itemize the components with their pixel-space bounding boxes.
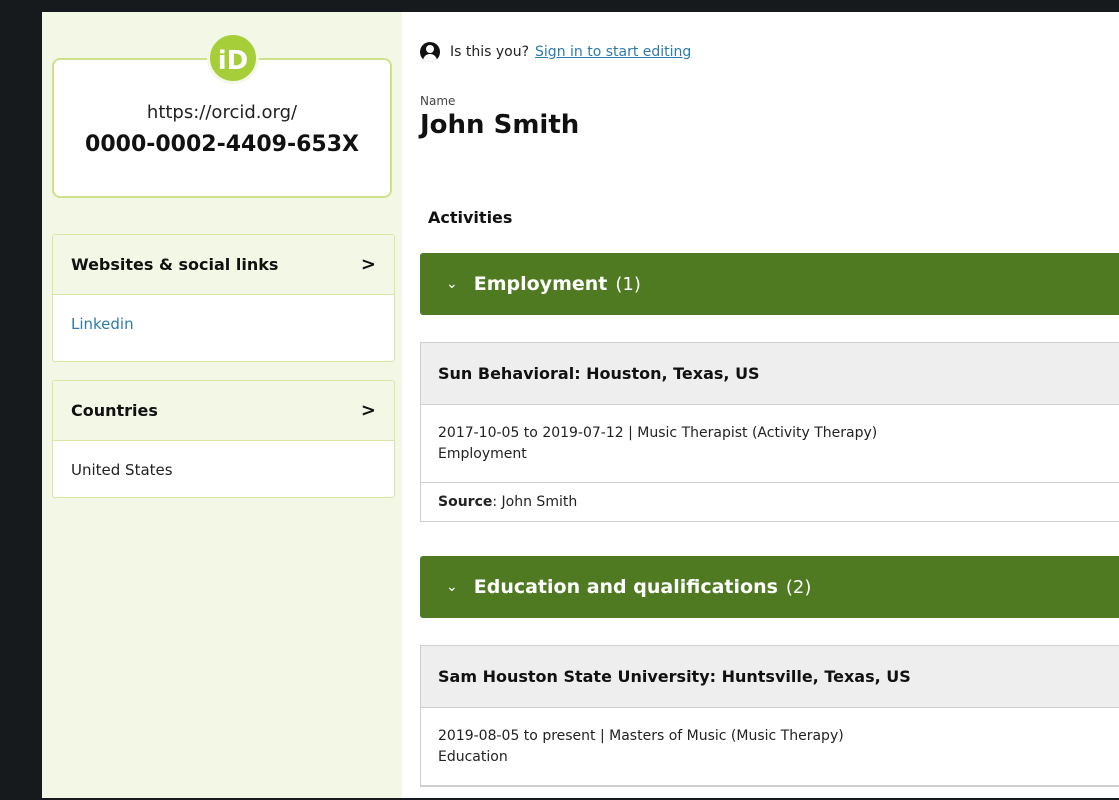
signin-question: Is this you?: [450, 44, 530, 60]
websites-panel-body: Linkedin: [53, 295, 394, 361]
education-card: Sam Houston State University: Huntsville…: [420, 645, 1119, 787]
countries-panel-header[interactable]: Countries >: [53, 381, 394, 441]
employment-org: Sun Behavioral: Houston, Texas, US: [421, 343, 1119, 405]
main-content: Is this you? Sign in to start editing Na…: [420, 12, 1119, 798]
countries-panel-title: Countries: [71, 401, 158, 420]
websites-panel-title: Websites & social links: [71, 255, 279, 274]
orcid-logo-icon: iD: [207, 32, 259, 84]
websites-panel-header[interactable]: Websites & social links >: [53, 235, 394, 295]
education-org: Sam Houston State University: Huntsville…: [421, 646, 1119, 708]
chevron-right-icon[interactable]: >: [361, 400, 376, 421]
employment-details: 2017-10-05 to 2019-07-12 | Music Therapi…: [421, 405, 1119, 483]
employment-type: Employment: [438, 446, 527, 462]
employment-dates-role: 2017-10-05 to 2019-07-12 | Music Therapi…: [438, 425, 878, 441]
activities-heading: Activities: [428, 208, 513, 227]
person-name: John Smith: [420, 110, 580, 140]
websites-panel: Websites & social links > Linkedin: [52, 234, 395, 362]
education-section-header[interactable]: ⌄ Education and qualifications (2): [420, 556, 1119, 618]
name-label: Name: [420, 94, 456, 108]
orcid-record-page: https://orcid.org/ 0000-0002-4409-653X i…: [42, 12, 1119, 798]
chevron-right-icon[interactable]: >: [361, 254, 376, 275]
sidebar: https://orcid.org/ 0000-0002-4409-653X i…: [42, 12, 402, 798]
education-dates-role: 2019-08-05 to present | Masters of Music…: [438, 728, 844, 744]
orcid-id-number: 0000-0002-4409-653X: [85, 132, 359, 157]
employment-title: Employment: [473, 273, 608, 295]
employment-card: Sun Behavioral: Houston, Texas, US 2017-…: [420, 342, 1119, 522]
education-details: 2019-08-05 to present | Masters of Music…: [421, 708, 1119, 786]
chevron-down-icon[interactable]: ⌄: [446, 579, 458, 595]
countries-panel: Countries > United States: [52, 380, 395, 498]
orcid-url: https://orcid.org/: [146, 102, 298, 123]
chevron-down-icon[interactable]: ⌄: [446, 276, 458, 292]
linkedin-link[interactable]: Linkedin: [71, 315, 134, 333]
country-value: United States: [71, 461, 173, 479]
source-label: Source: [438, 494, 493, 510]
employment-count: (1): [615, 273, 641, 295]
signin-link[interactable]: Sign in to start editing: [535, 44, 691, 60]
user-circle-icon: [420, 42, 440, 62]
source-value: : John Smith: [492, 494, 578, 510]
education-type: Education: [438, 749, 508, 765]
education-count: (2): [785, 576, 812, 598]
countries-panel-body: United States: [53, 441, 394, 497]
education-title: Education and qualifications: [473, 576, 778, 598]
employment-source: Source : John Smith: [421, 483, 1119, 521]
employment-section-header[interactable]: ⌄ Employment (1): [420, 253, 1119, 315]
signin-prompt: Is this you? Sign in to start editing: [420, 40, 691, 64]
